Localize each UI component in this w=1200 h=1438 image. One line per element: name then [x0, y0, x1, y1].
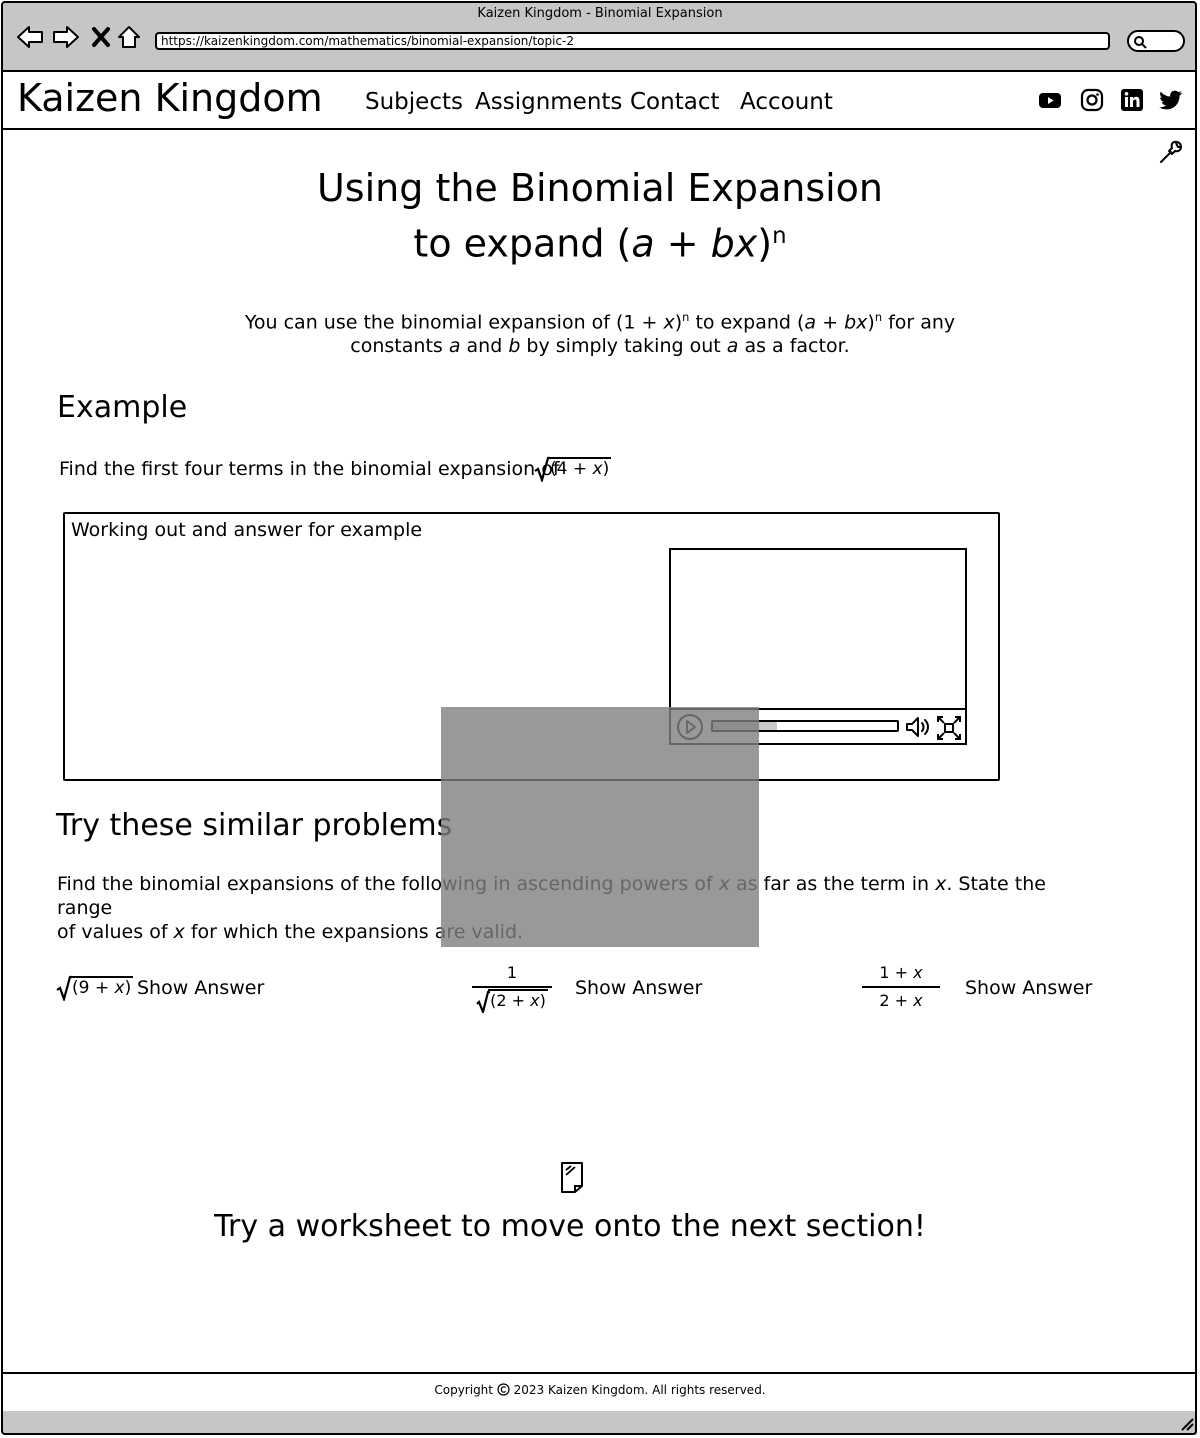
browser-window-frame — [1, 1, 1197, 1435]
